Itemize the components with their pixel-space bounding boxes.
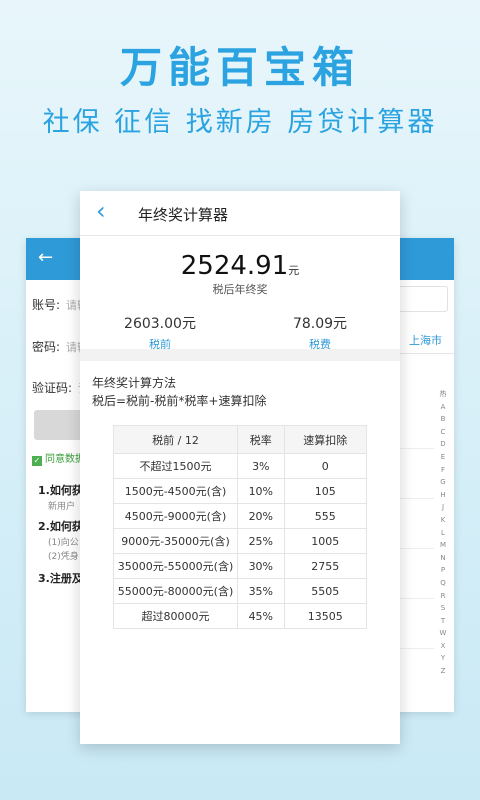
page-title: 年终奖计算器 [138, 206, 229, 224]
table-row: 超过80000元 45% 13505 [113, 603, 368, 629]
table-cell: 13505 [283, 603, 368, 629]
table-cell: 555 [283, 503, 368, 529]
index-letter[interactable]: M [436, 539, 450, 552]
table-row: 55000元-80000元(含) 35% 5505 [113, 578, 368, 604]
faq-sub: 新用户 [48, 502, 76, 512]
chevron-left-icon[interactable]: ‹ [96, 197, 106, 225]
method-formula: 税后=税前-税前*税率+速算扣除 [92, 394, 267, 408]
index-letter[interactable]: Z [436, 665, 450, 678]
after-tax-value: 2524.91 [180, 251, 289, 281]
index-letter[interactable]: Q [436, 577, 450, 590]
faq-item[interactable]: 3.注册及 [38, 570, 83, 586]
header-rate: 税率 [237, 425, 285, 454]
captcha-label: 验证码: [32, 381, 73, 395]
index-letter[interactable]: K [436, 514, 450, 527]
faq-item[interactable]: 2.如何获 [38, 518, 83, 534]
current-city[interactable]: 上海市 [409, 332, 442, 348]
index-letter[interactable]: X [436, 640, 450, 653]
promo-subline: 社保 征信 找新房 房贷计算器 [42, 107, 438, 138]
table-cell: 4500元-9000元(含) [113, 503, 238, 529]
index-letter[interactable]: A [436, 401, 450, 414]
section-divider [80, 349, 400, 361]
index-letter[interactable]: C [436, 426, 450, 439]
after-tax-result: 2524.91元 [80, 251, 400, 281]
table-cell: 35000元-55000元(含) [113, 553, 238, 579]
table-cell: 不超过1500元 [113, 453, 238, 479]
table-cell: 45% [237, 603, 285, 629]
tax-value: 78.09元 [292, 316, 348, 332]
index-letter[interactable]: F [436, 464, 450, 477]
tax-rate-table: 税前 / 12 税率 速算扣除 不超过1500元 3% 0 1500元-4500… [113, 425, 368, 629]
bonus-calculator-card: ‹ 年终奖计算器 2524.91元 税后年终奖 2603.00元 税前 78.0… [80, 191, 400, 744]
table-cell: 20% [237, 503, 285, 529]
agree-checkbox[interactable]: ✓ 同意数据 [32, 450, 85, 466]
index-letter[interactable]: N [436, 552, 450, 565]
alphabet-index[interactable]: 热ABCDEFGHJKLMNPQRSTWXYZ [436, 388, 450, 678]
faq-sub: (1)向公 [48, 538, 79, 548]
table-cell: 25% [237, 528, 285, 554]
header-pre-tax: 税前 / 12 [113, 425, 238, 454]
table-cell: 3% [237, 453, 285, 479]
table-cell: 55000元-80000元(含) [113, 578, 238, 604]
table-cell: 1500元-4500元(含) [113, 478, 238, 504]
index-letter[interactable]: D [436, 438, 450, 451]
index-letter[interactable]: T [436, 615, 450, 628]
table-row: 不超过1500元 3% 0 [113, 453, 368, 479]
pre-tax-value: 2603.00元 [124, 316, 196, 332]
index-letter[interactable]: L [436, 527, 450, 540]
index-letter[interactable]: Y [436, 652, 450, 665]
index-letter[interactable]: R [436, 590, 450, 603]
table-cell: 2755 [283, 553, 368, 579]
table-row: 1500元-4500元(含) 10% 105 [113, 478, 368, 504]
index-letter[interactable]: B [436, 413, 450, 426]
index-letter[interactable]: E [436, 451, 450, 464]
agree-text: 同意数据 [45, 454, 85, 465]
table-header-row: 税前 / 12 税率 速算扣除 [113, 425, 368, 454]
account-label: 账号: [32, 298, 61, 312]
header-deduction: 速算扣除 [283, 425, 368, 454]
index-letter[interactable]: S [436, 602, 450, 615]
index-letter[interactable]: P [436, 564, 450, 577]
table-cell: 9000元-35000元(含) [113, 528, 238, 554]
table-cell: 0 [283, 453, 368, 479]
after-tax-label: 税后年终奖 [212, 283, 268, 296]
index-letter[interactable]: J [436, 501, 450, 514]
table-cell: 30% [237, 553, 285, 579]
checkmark-icon: ✓ [32, 456, 42, 466]
after-tax-unit: 元 [288, 264, 300, 277]
arrow-left-icon[interactable]: ← [38, 247, 53, 268]
index-letter[interactable]: W [436, 627, 450, 640]
table-row: 35000元-55000元(含) 30% 2755 [113, 553, 368, 579]
table-row: 4500元-9000元(含) 20% 555 [113, 503, 368, 529]
index-letter[interactable]: G [436, 476, 450, 489]
method-title: 年终奖计算方法 [92, 376, 177, 390]
table-cell: 35% [237, 578, 285, 604]
table-cell: 5505 [283, 578, 368, 604]
faq-item[interactable]: 1.如何获 [38, 482, 83, 498]
faq-sub: (2)凭身 [48, 552, 79, 562]
table-cell: 10% [237, 478, 285, 504]
calculator-title-bar: ‹ 年终奖计算器 [80, 191, 400, 236]
table-cell: 1005 [283, 528, 368, 554]
password-label: 密码: [32, 340, 61, 354]
table-cell: 105 [283, 478, 368, 504]
index-letter[interactable]: 热 [436, 388, 450, 401]
table-cell: 超过80000元 [113, 603, 238, 629]
table-row: 9000元-35000元(含) 25% 1005 [113, 528, 368, 554]
index-letter[interactable]: H [436, 489, 450, 502]
promo-headline: 万能百宝箱 [119, 43, 360, 92]
